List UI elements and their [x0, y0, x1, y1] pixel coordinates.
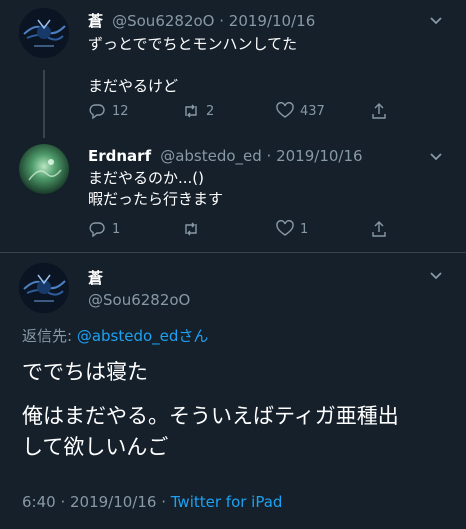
display-name[interactable]: 蒼 [88, 12, 103, 30]
retweet-count: 2 [206, 103, 215, 119]
tweet-text-line2: 俺はまだやる。そういえばティガ亜種出 して欲しいんご [22, 404, 399, 459]
heart-icon [276, 102, 294, 118]
chevron-down-icon[interactable] [428, 12, 444, 28]
tweet-meta: 6:40 · 2019/10/16 · Twitter for iPad [22, 493, 282, 511]
like-button[interactable]: 437 [276, 102, 325, 120]
handle-and-date[interactable]: @abstedo_ed · 2019/10/16 [160, 147, 362, 165]
chevron-down-icon[interactable] [428, 267, 444, 283]
retweet-button[interactable]: 2 [182, 102, 214, 120]
main-tweet: 蒼 @Sou6282oO 返信先: @abstedo_edさん ででちは寝た 俺… [0, 253, 466, 529]
display-name[interactable]: Erdnarf [88, 147, 151, 165]
tweet-1[interactable]: 蒼 @Sou6282oO · 2019/10/16 ずっとででちとモンハンしてた… [0, 0, 466, 140]
reply-prefix: 返信先: [22, 327, 77, 345]
like-count: 437 [300, 103, 325, 119]
reply-icon [89, 222, 105, 238]
avatar[interactable] [19, 263, 69, 313]
share-button[interactable] [370, 102, 388, 120]
replying-to: 返信先: @abstedo_edさん [22, 325, 208, 346]
reply-icon [89, 104, 105, 120]
like-count: 1 [300, 221, 309, 237]
share-icon [372, 103, 386, 119]
display-name[interactable]: 蒼 [88, 267, 103, 288]
handle[interactable]: @Sou6282oO [88, 291, 190, 309]
tweet-actions: 1 1 [88, 220, 408, 240]
client-link[interactable]: Twitter for iPad [171, 493, 283, 511]
tweet-text: まだやるのか...() 暇だったら行きます [88, 169, 224, 208]
like-button[interactable]: 1 [276, 220, 308, 238]
share-icon [372, 221, 386, 237]
share-button[interactable] [370, 220, 388, 238]
tweet-text: ずっとででちとモンハンしてた まだやるけど [88, 35, 298, 95]
reply-to-link[interactable]: @abstedo_edさん [77, 327, 209, 345]
reply-button[interactable]: 1 [88, 220, 120, 238]
avatar[interactable] [19, 8, 69, 58]
tweet-2[interactable]: Erdnarf @abstedo_ed · 2019/10/16 まだやるのか.… [0, 140, 466, 252]
avatar[interactable] [19, 144, 69, 194]
retweet-icon [185, 222, 197, 236]
reply-count: 1 [112, 221, 121, 237]
retweet-icon [185, 104, 197, 118]
timestamp[interactable]: 6:40 · 2019/10/16 · [22, 493, 171, 511]
heart-icon [276, 220, 294, 236]
reply-count: 12 [112, 103, 129, 119]
tweet-text-line1: ででちは寝た [22, 360, 148, 384]
retweet-button[interactable] [182, 220, 206, 238]
chevron-down-icon[interactable] [428, 148, 444, 164]
reply-button[interactable]: 12 [88, 102, 129, 120]
tweet-actions: 12 2 437 [88, 102, 408, 122]
handle-and-date[interactable]: @Sou6282oO · 2019/10/16 [112, 12, 315, 30]
